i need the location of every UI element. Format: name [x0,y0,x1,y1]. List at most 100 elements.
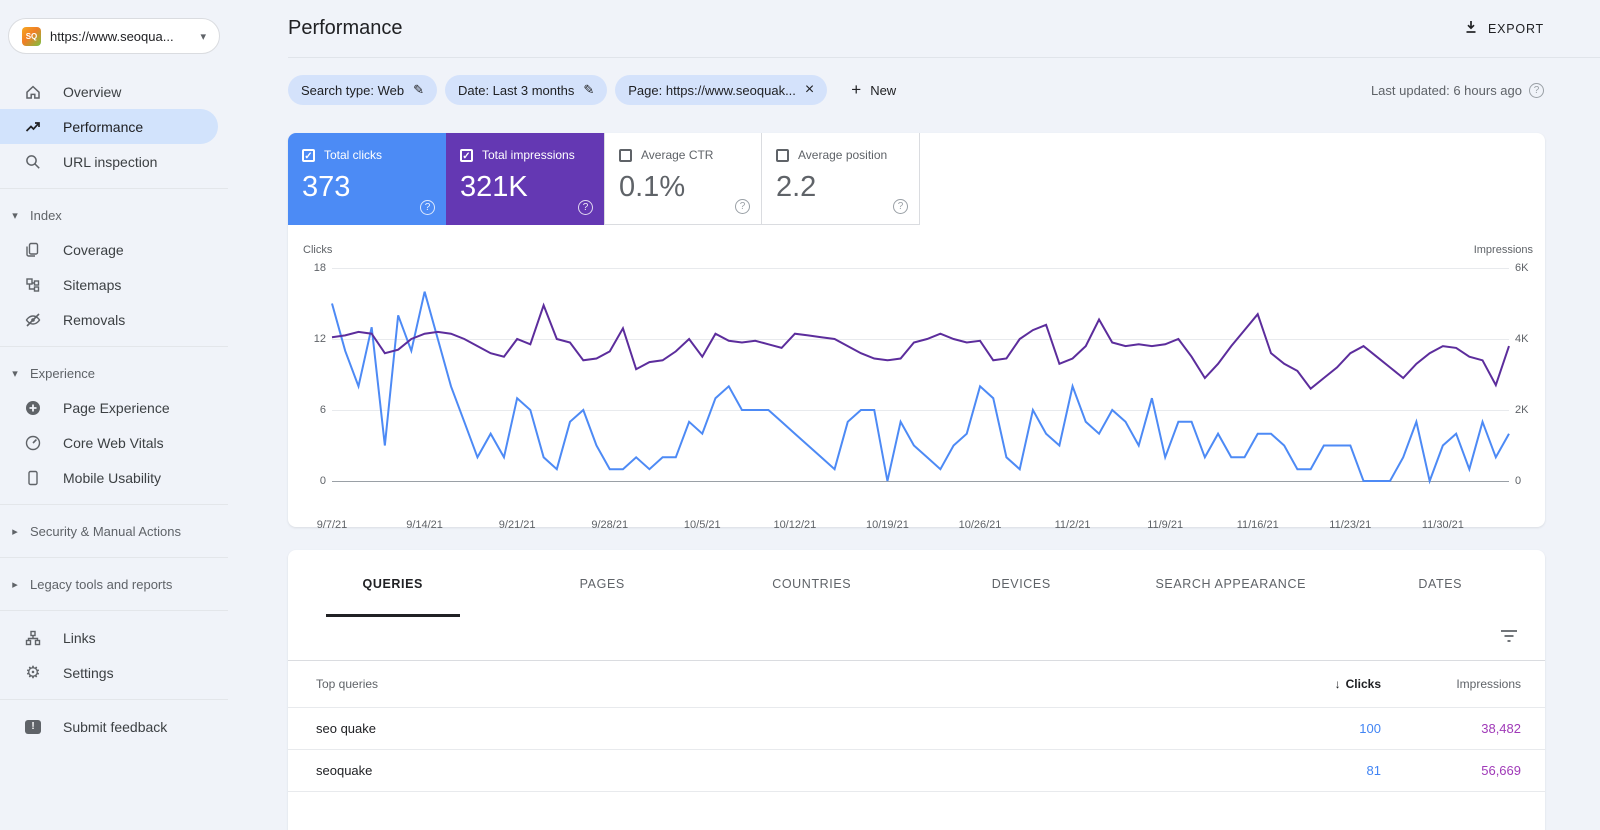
help-icon[interactable]: ? [420,200,435,215]
checkbox-checked-icon[interactable]: ✓ [302,149,315,162]
y-axis-tick-label: 4K [1515,333,1549,345]
sidebar-item-performance[interactable]: Performance [0,109,218,144]
pencil-icon[interactable]: ✎ [583,82,594,98]
checkbox-checked-icon[interactable]: ✓ [460,149,473,162]
tab-queries[interactable]: QUERIES [288,550,498,617]
tab-countries[interactable]: COUNTRIES [707,550,917,617]
property-url: https://www.seoqua... [50,29,191,44]
sidebar-item-overview[interactable]: Overview [0,74,218,109]
sidebar-item-label: Page Experience [63,400,170,416]
metric-card-total-impressions[interactable]: ✓ Total impressions 321K ? [446,133,604,225]
sidebar-item-label: Overview [63,84,121,100]
sidebar: SQ https://www.seoqua... ▾ Overview Perf… [0,0,228,830]
sidebar-item-mobile-usability[interactable]: Mobile Usability [0,460,218,495]
x-axis-tick-label: 10/26/21 [959,519,1002,531]
metric-card-average-position[interactable]: Average position 2.2 ? [762,133,920,225]
sidebar-item-page-experience[interactable]: Page Experience [0,390,218,425]
sidebar-item-label: Submit feedback [63,719,167,735]
gear-icon: ⚙ [24,664,42,682]
filter-list-icon[interactable] [1500,629,1518,648]
tab-dates[interactable]: DATES [1336,550,1546,617]
tab-devices[interactable]: DEVICES [917,550,1127,617]
plus-circle-icon [24,399,42,417]
sidebar-group-legacy-tools[interactable]: ▸ Legacy tools and reports [0,567,228,601]
y-axis-tick-label: 18 [292,262,326,274]
y-axis-tick-label: 6 [292,404,326,416]
triangle-right-icon: ▸ [10,578,20,591]
triangle-down-icon: ▾ [10,209,20,222]
sidebar-group-experience[interactable]: ▾ Experience [0,356,228,390]
phone-icon [24,469,42,487]
property-selector[interactable]: SQ https://www.seoqua... ▾ [8,18,220,54]
divider [0,699,228,700]
metric-cards: ✓ Total clicks 373 ? ✓ Total impressions… [288,133,1545,225]
sidebar-item-coverage[interactable]: Coverage [0,232,218,267]
tab-search-appearance[interactable]: SEARCH APPEARANCE [1126,550,1336,617]
main-content: Performance EXPORT Search type: Web ✎ Da… [228,0,1600,830]
divider [0,557,228,558]
filter-bar: Search type: Web ✎ Date: Last 3 months ✎… [288,75,1600,105]
x-axis-tick-label: 11/23/21 [1329,519,1371,531]
metric-card-total-clicks[interactable]: ✓ Total clicks 373 ? [288,133,446,225]
new-filter-button[interactable]: + New [851,80,896,100]
checkbox-unchecked-icon[interactable] [776,149,789,162]
sidebar-item-sitemaps[interactable]: Sitemaps [0,267,218,302]
gauge-icon [24,434,42,452]
series-line-clicks [332,292,1509,481]
seoquake-favicon: SQ [22,27,41,46]
last-updated: Last updated: 6 hours ago ? [1371,83,1544,98]
performance-chart-panel: ✓ Total clicks 373 ? ✓ Total impressions… [288,133,1545,527]
tab-pages[interactable]: PAGES [498,550,708,617]
sidebar-item-removals[interactable]: Removals [0,302,218,337]
query-cell[interactable]: seo quake [316,721,1221,736]
sidebar-group-label: Security & Manual Actions [30,524,181,539]
close-icon[interactable]: × [805,82,814,98]
search-icon [24,153,42,171]
chart-lines [332,268,1509,481]
column-header-top-queries[interactable]: Top queries [316,677,1221,691]
sidebar-item-label: Removals [63,312,125,328]
help-icon[interactable]: ? [735,199,750,214]
x-axis-tick-label: 9/21/21 [499,519,536,531]
sidebar-item-core-web-vitals[interactable]: Core Web Vitals [0,425,218,460]
impressions-cell: 56,669 [1381,763,1521,778]
x-axis-tick-label: 11/16/21 [1237,519,1279,531]
right-axis-title: Impressions [1474,244,1533,256]
left-axis-title: Clicks [303,244,332,256]
filter-chip-date[interactable]: Date: Last 3 months ✎ [445,75,607,105]
table-row[interactable]: seo quake 100 38,482 [288,708,1545,750]
sidebar-item-label: Links [63,630,96,646]
checkbox-unchecked-icon[interactable] [619,149,632,162]
sidebar-item-label: Core Web Vitals [63,435,164,451]
export-button[interactable]: EXPORT [1463,19,1544,38]
table-header-row: Top queries ↓Clicks Impressions [288,661,1545,708]
query-cell[interactable]: seoquake [316,763,1221,778]
table-row[interactable]: seoquake 81 56,669 [288,750,1545,792]
x-axis-tick-label: 11/9/21 [1147,519,1183,531]
sidebar-item-label: Coverage [63,242,124,258]
clicks-cell: 100 [1221,721,1381,736]
sidebar-group-security-manual-actions[interactable]: ▸ Security & Manual Actions [0,514,228,548]
triangle-right-icon: ▸ [10,525,20,538]
pencil-icon[interactable]: ✎ [413,82,424,98]
column-header-clicks[interactable]: ↓Clicks [1221,677,1381,691]
sidebar-item-links[interactable]: Links [0,620,218,655]
sidebar-item-submit-feedback[interactable]: ! Submit feedback [0,709,218,744]
filter-chip-search-type[interactable]: Search type: Web ✎ [288,75,437,105]
sidebar-item-url-inspection[interactable]: URL inspection [0,144,218,179]
metric-value: 0.1% [619,171,749,204]
x-axis-tick-label: 9/14/21 [406,519,443,531]
metric-card-average-ctr[interactable]: Average CTR 0.1% ? [604,133,762,225]
column-header-impressions[interactable]: Impressions [1381,677,1521,691]
sidebar-item-label: Mobile Usability [63,470,161,486]
filter-chip-page[interactable]: Page: https://www.seoquak... × [615,75,827,105]
help-icon[interactable]: ? [578,200,593,215]
help-icon[interactable]: ? [1529,83,1544,98]
plus-icon: + [851,80,861,100]
page-title: Performance [288,17,403,40]
performance-trend-icon [24,118,42,136]
sort-desc-icon: ↓ [1335,677,1341,691]
help-icon[interactable]: ? [893,199,908,214]
sidebar-group-index[interactable]: ▾ Index [0,198,228,232]
sidebar-item-settings[interactable]: ⚙ Settings [0,655,218,690]
